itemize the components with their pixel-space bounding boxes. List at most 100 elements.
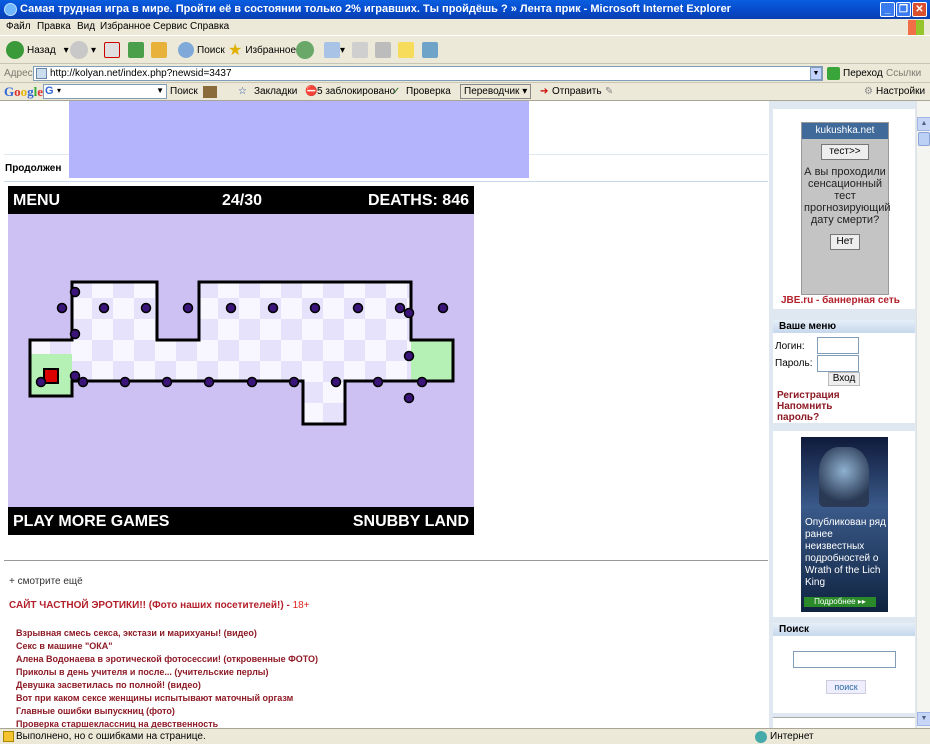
address-dropdown-button[interactable]: ▼ (810, 67, 822, 80)
refresh-icon (128, 42, 144, 58)
register-link[interactable]: Регистрация (777, 390, 840, 401)
more-link[interactable]: + смотрите ещё (9, 576, 83, 587)
settings-button[interactable]: Настройки (876, 86, 925, 97)
game-deaths: DEATHS: 846 (367, 192, 469, 209)
game-bottom-bar: PLAY MORE GAMES SNUBBY LAND (8, 507, 474, 535)
search-button[interactable]: Поиск (178, 40, 225, 60)
security-zone: Интернет (770, 731, 814, 742)
enemy-dot (69, 286, 81, 298)
refresh-button[interactable] (128, 40, 144, 60)
divider (4, 560, 768, 561)
enemy-dot (403, 392, 415, 404)
enemy-dot (69, 328, 81, 340)
scroll-down-button[interactable]: ▼ (917, 712, 930, 726)
login-input[interactable] (817, 337, 859, 354)
kukushka-ad[interactable]: kukushka.net тест>> А вы проходили сенса… (801, 122, 891, 295)
back-button[interactable]: Назад ▾ (6, 40, 69, 60)
menu-favorites[interactable]: Избранное (100, 21, 151, 32)
list-item[interactable]: Алена Водонаева в эротической фотосессии… (16, 653, 318, 666)
note-icon (398, 42, 414, 58)
bookmarks-button[interactable]: Закладки (254, 86, 297, 97)
go-button[interactable]: Переход (827, 67, 883, 80)
ad-text: А вы проходили сенсационный тест прогноз… (804, 166, 891, 226)
enemy-dot (69, 370, 81, 382)
no-button[interactable]: Нет (830, 234, 860, 250)
play-more-games-link[interactable]: PLAY MORE GAMES (13, 513, 169, 531)
history-icon (296, 41, 314, 59)
menu-file[interactable]: Файл (6, 21, 31, 32)
remind-link[interactable]: Напомнить (777, 401, 840, 412)
continue-tab[interactable]: Продолжен (5, 163, 61, 174)
list-item[interactable]: Секс в машине "ОКА" (16, 640, 318, 653)
links-button[interactable]: Ссылки (886, 68, 921, 79)
related-links-list: Взрывная смесь секса, экстази и марихуан… (16, 627, 318, 728)
ad-panel: kukushka.net тест>> А вы проходили сенса… (773, 109, 915, 309)
enemy-dot (352, 302, 364, 314)
popup-blocker-icon: ⛔ (305, 86, 318, 97)
translate-button[interactable]: Переводчик ▾ (460, 84, 532, 99)
wow-more-button[interactable]: Подробнее ▸▸ (804, 597, 876, 607)
wow-banner[interactable]: Опубликован ряд ранее неизвестных подроб… (801, 437, 888, 612)
highlighter-icon[interactable]: ✎ (605, 86, 613, 97)
ad-site-label: kukushka.net (802, 123, 888, 139)
google-icon-button[interactable] (203, 86, 217, 98)
blocked-popups-button[interactable]: 5 заблокировано (317, 86, 395, 97)
password-input[interactable] (817, 355, 859, 372)
discuss-button[interactable] (398, 40, 414, 60)
minimize-button[interactable]: _ (880, 2, 895, 17)
home-button[interactable] (151, 40, 167, 60)
finish-zone (411, 340, 453, 381)
login-button[interactable]: Вход (828, 372, 860, 386)
remind-link-2[interactable]: пароль? (777, 412, 840, 423)
site-search-input[interactable] (793, 651, 896, 668)
forward-button[interactable]: ▾ (70, 40, 96, 60)
menu-view[interactable]: Вид (77, 21, 95, 32)
messenger-button[interactable] (422, 40, 438, 60)
game-frame[interactable]: MENU 24/30 DEATHS: 846 PLAY MORE GAMES S… (8, 186, 474, 535)
favorites-button[interactable]: ★ Избранное (228, 40, 296, 60)
spellcheck-button[interactable]: Проверка (406, 86, 451, 97)
google-search-input[interactable]: G ▾ ▼ (43, 84, 167, 99)
address-bar: Адрес: http://kolyan.net/index.php?newsi… (0, 64, 930, 83)
site-search-button[interactable]: поиск (826, 680, 866, 694)
banner-ad[interactable] (69, 101, 529, 178)
home-icon (151, 42, 167, 58)
google-search-button[interactable]: Поиск (170, 86, 198, 97)
enemy-dot (77, 376, 89, 388)
scroll-thumb[interactable] (918, 132, 930, 146)
address-input[interactable]: http://kolyan.net/index.php?newsid=3437 (33, 66, 823, 81)
game-board[interactable] (8, 214, 474, 507)
warning-icon[interactable] (3, 731, 14, 742)
test-button[interactable]: тест>> (821, 144, 869, 160)
history-button[interactable] (296, 40, 317, 60)
ero-title-link[interactable]: САЙТ ЧАСТНОЙ ЭРОТИКИ!! (Фото наших посет… (9, 600, 310, 611)
banner-network-link[interactable]: JBE.ru - баннерная сеть (781, 295, 900, 306)
send-button[interactable]: Отправить (552, 86, 602, 97)
game-menu-button[interactable]: MENU (13, 192, 60, 210)
edit-icon (375, 42, 391, 58)
snubby-land-link[interactable]: SNUBBY LAND (353, 513, 469, 531)
list-item[interactable]: Взрывная смесь секса, экстази и марихуан… (16, 627, 318, 640)
vertical-scrollbar[interactable]: ▲ ▼ (916, 101, 930, 728)
menu-help[interactable]: Справка (190, 21, 229, 32)
enemy-dot (225, 302, 237, 314)
close-button[interactable]: ✕ (912, 2, 927, 17)
list-item[interactable]: Главные ошибки выпускниц (фото) (16, 705, 318, 718)
settings-icon: ⚙ (864, 86, 873, 97)
list-item[interactable]: Приколы в день учителя и после... (учите… (16, 666, 318, 679)
print-button[interactable] (352, 40, 368, 60)
menu-tools[interactable]: Сервис (153, 21, 187, 32)
windows-logo-icon (908, 20, 924, 35)
list-item[interactable]: Девушка засветилась по полной! (видео) (16, 679, 318, 692)
edit-button[interactable] (375, 40, 391, 60)
google-g-icon: G (45, 85, 54, 97)
page-content: Продолжен MENU 24/30 DEATHS: 846 PLAY MO… (0, 101, 930, 728)
list-item[interactable]: Вот при каком сексе женщины испытывают м… (16, 692, 318, 705)
mail-button[interactable]: ▾ (324, 40, 345, 60)
toolbar: Назад ▾ ▾ Поиск ★ Избранное ▾ (0, 36, 930, 64)
stop-button[interactable] (104, 40, 120, 60)
list-item[interactable]: Проверка старшеклассниц на девственность (16, 718, 318, 728)
maximize-button[interactable]: ❐ (896, 2, 911, 17)
menu-edit[interactable]: Правка (37, 21, 71, 32)
scroll-up-button[interactable]: ▲ (917, 117, 930, 131)
